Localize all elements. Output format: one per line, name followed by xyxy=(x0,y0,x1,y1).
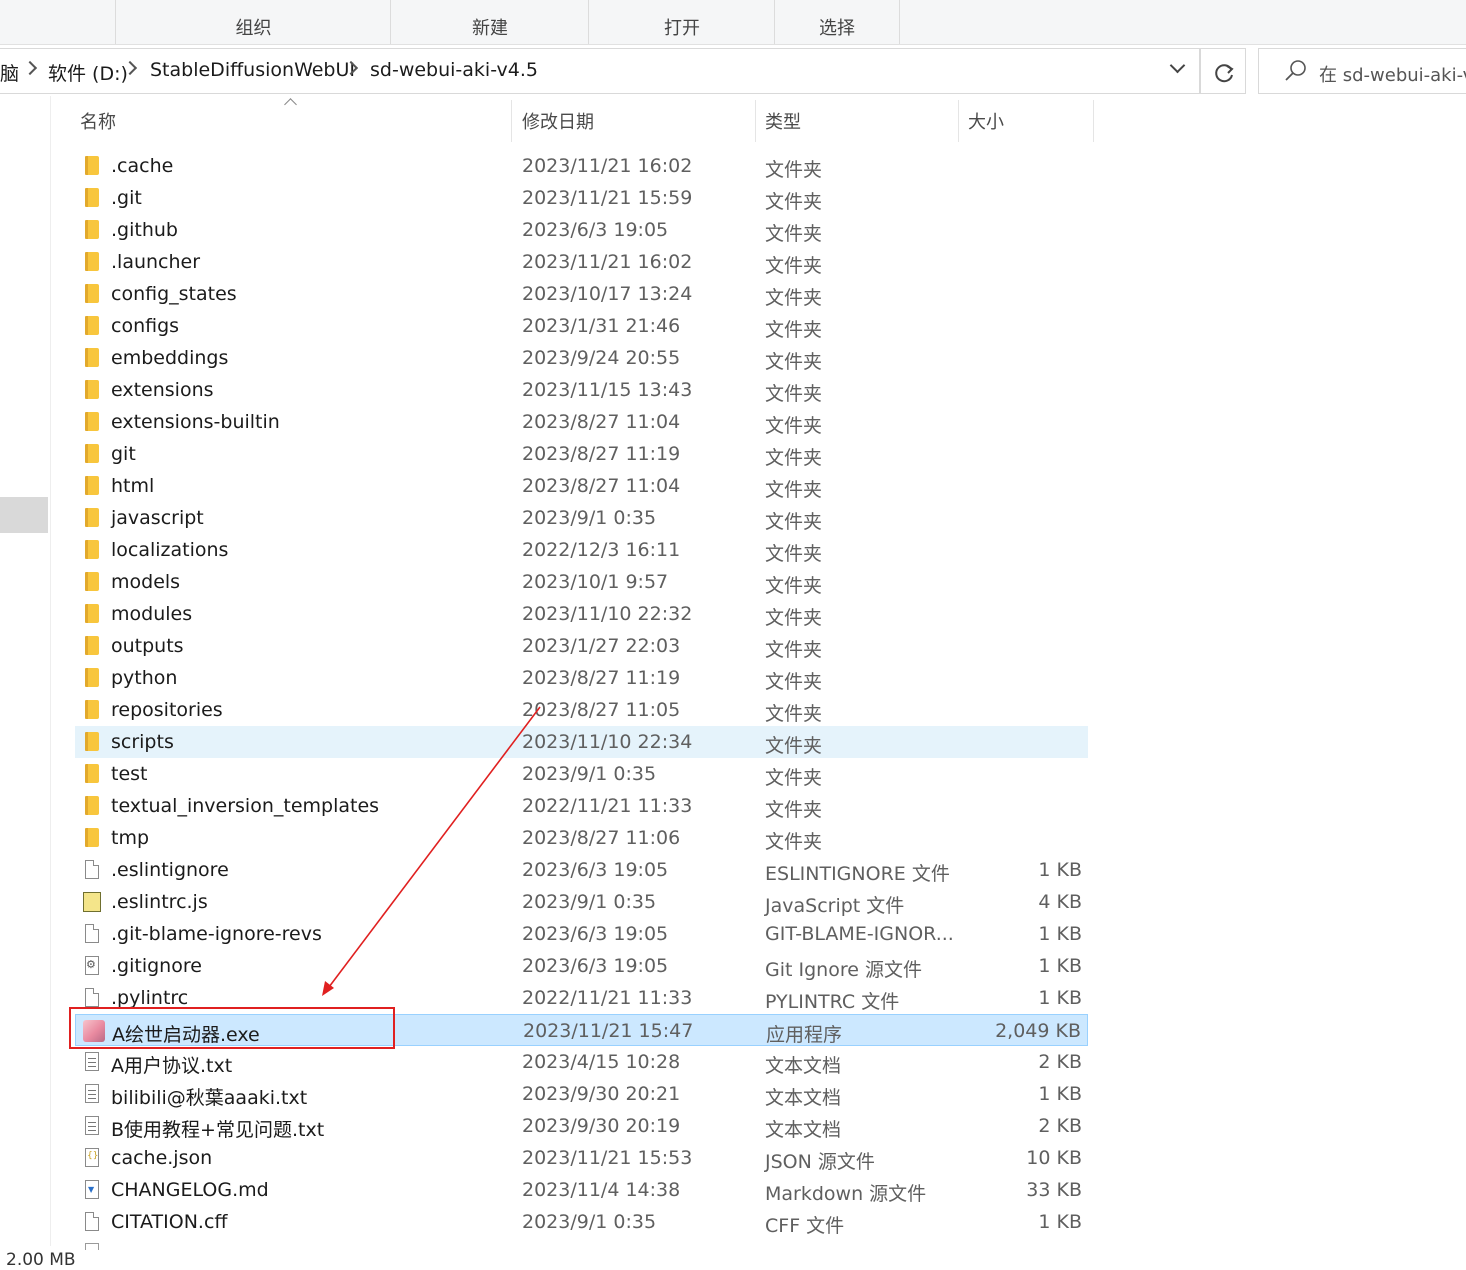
annotation-arrow xyxy=(322,706,541,996)
status-selection-size: 2.00 MB xyxy=(6,1250,76,1270)
